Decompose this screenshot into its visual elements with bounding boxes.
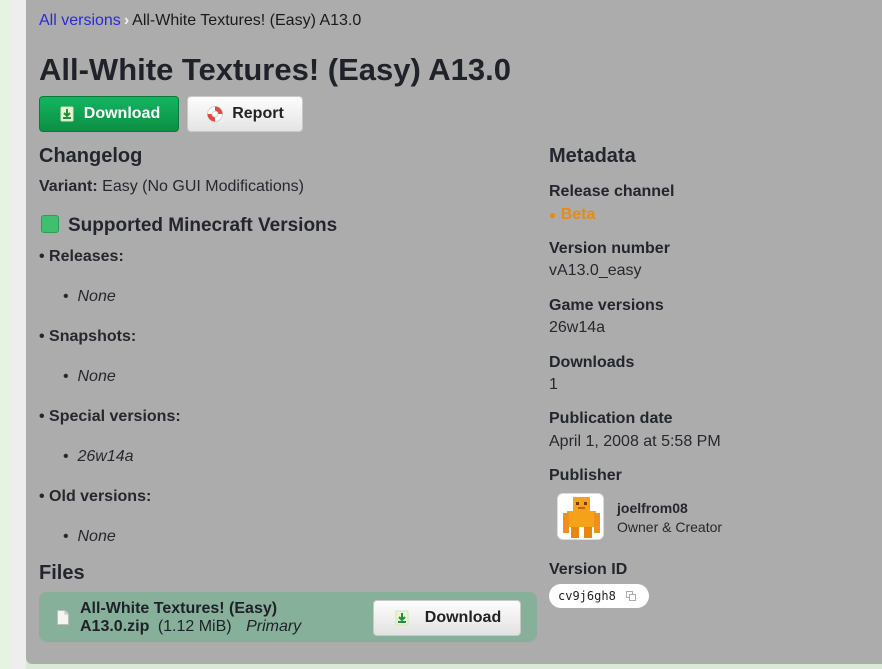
file-name-line1: All-White Textures! (Easy) [80, 600, 278, 617]
chevron-right-icon: › [123, 12, 130, 29]
game-versions-label: Game versions [549, 297, 664, 314]
copy-icon[interactable] [625, 591, 636, 601]
group-label-snapshots: • Snapshots: [39, 328, 137, 345]
files-heading: Files [39, 562, 85, 584]
download-button[interactable]: Download [39, 96, 179, 132]
list-item-value: None [77, 528, 116, 545]
green-square-icon [41, 215, 59, 233]
avatar[interactable] [557, 493, 604, 540]
list-item: • 26w14a [63, 448, 134, 465]
publisher-avatar-image [558, 494, 603, 539]
variant-label: Variant: [39, 178, 98, 195]
version-number-value: vA13.0_easy [549, 262, 642, 279]
download-button-label: Download [83, 105, 161, 122]
metadata-heading: Metadata [549, 145, 636, 167]
file-primary-tag: Primary [246, 618, 302, 635]
release-channel-badge: ● Beta [549, 206, 595, 224]
list-item: • None [63, 368, 116, 385]
publisher-name[interactable]: joelfrom08 [617, 500, 688, 516]
report-button[interactable]: Report [187, 96, 303, 132]
file-name: All-White Textures! (Easy) A13.0.zip (1.… [80, 600, 301, 636]
supported-versions-heading: Supported Minecraft Versions [41, 215, 337, 237]
download-icon [60, 106, 74, 122]
file-row: All-White Textures! (Easy) A13.0.zip (1.… [39, 592, 537, 642]
list-item: • None [63, 528, 116, 545]
file-icon [57, 610, 69, 625]
publisher-role: Owner & Creator [617, 519, 723, 535]
supported-versions-heading-text: Supported Minecraft Versions [68, 215, 338, 236]
breadcrumb-all-versions-link[interactable]: All versions [39, 12, 121, 30]
variant-line: Variant: Easy (No GUI Modifications) [39, 178, 304, 196]
version-id-chip[interactable]: cv9j6gh8 [549, 584, 649, 608]
list-item-value: 26w14a [77, 448, 134, 465]
list-item-value: None [77, 288, 116, 305]
release-channel-value: Beta [560, 206, 596, 223]
lifebuoy-icon [207, 106, 224, 122]
file-name-line2: A13.0.zip [80, 618, 150, 635]
version-number-label: Version number [549, 240, 670, 257]
list-item-value: None [77, 368, 116, 385]
file-size: (1.12 MiB) [157, 618, 232, 635]
report-button-label: Report [232, 105, 284, 122]
variant-value: Easy (No GUI Modifications) [102, 178, 304, 195]
version-id-value: cv9j6gh8 [558, 589, 616, 603]
download-icon [395, 610, 409, 626]
publication-date-value: April 1, 2008 at 5:58 PM [549, 433, 721, 450]
breadcrumb: All versions › All-White Textures! (Easy… [39, 12, 361, 30]
page-gutter [12, 0, 26, 669]
dot-icon: ● [549, 208, 557, 222]
publisher-label: Publisher [549, 467, 622, 484]
page-edge [0, 0, 12, 669]
publication-date-label: Publication date [549, 410, 673, 427]
downloads-label: Downloads [549, 354, 635, 371]
downloads-value: 1 [549, 376, 558, 393]
page-title: All-White Textures! (Easy) A13.0 [39, 52, 512, 87]
list-item: • None [63, 288, 116, 305]
file-name-line2-wrap: A13.0.zip (1.12 MiB) Primary [80, 618, 301, 636]
game-versions-value: 26w14a [549, 319, 606, 336]
version-id-label: Version ID [549, 561, 628, 578]
changelog-heading: Changelog [39, 145, 143, 167]
file-download-label: Download [424, 609, 502, 626]
group-label-releases: • Releases: [39, 248, 124, 265]
release-channel-label: Release channel [549, 183, 675, 200]
group-label-special-versions: • Special versions: [39, 408, 181, 425]
file-download-button[interactable]: Download [373, 600, 521, 636]
breadcrumb-current: All-White Textures! (Easy) A13.0 [132, 12, 362, 29]
group-label-old-versions: • Old versions: [39, 488, 152, 505]
